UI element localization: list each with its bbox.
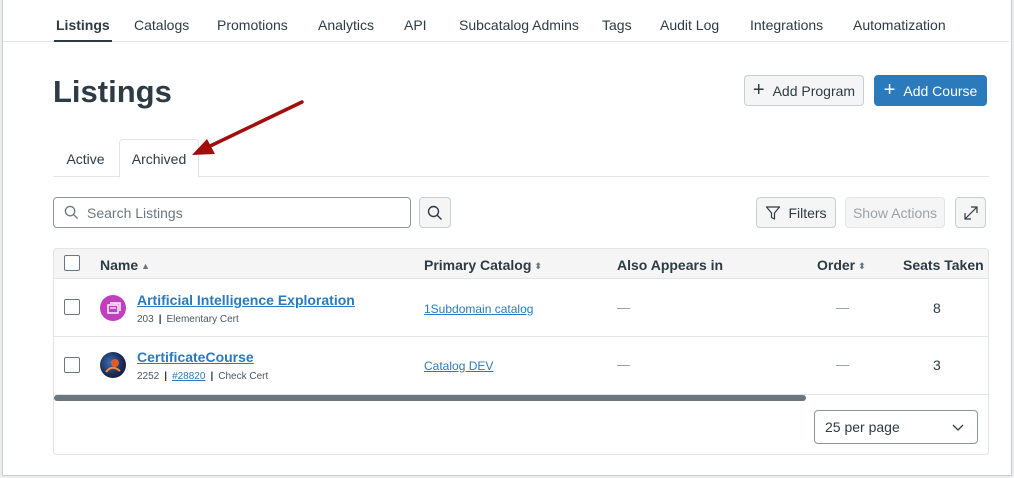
expand-button[interactable] (955, 197, 986, 228)
seats-taken-value: 3 (933, 357, 941, 373)
sort-ascending-icon: ▲ (141, 261, 151, 271)
expand-icon (963, 205, 978, 220)
also-appears-in-value: — (617, 357, 630, 372)
listing-meta: 203 | Elementary Cert (137, 314, 239, 325)
listing-cert: Elementary Cert (166, 314, 239, 325)
plus-icon: + (752, 78, 765, 101)
column-order-label: Order (817, 257, 856, 273)
per-page-select[interactable]: 25 per page (814, 410, 978, 444)
horizontal-scrollbar[interactable] (54, 395, 806, 401)
listing-id: 2252 (137, 371, 160, 382)
search-input[interactable] (87, 204, 387, 221)
listing-tabs: Active Archived (53, 139, 989, 178)
add-course-button[interactable]: + Add Course (874, 75, 987, 106)
sort-icon: ⬍ (534, 261, 542, 271)
column-name-label: Name (100, 257, 139, 273)
table-header: Name ▲ Primary Catalog ⬍ Also Appears in O… (54, 249, 988, 279)
select-all-checkbox[interactable] (64, 255, 80, 271)
app-window: Listings Catalogs Promotions Analytics A… (2, 0, 1012, 476)
row-checkbox[interactable] (64, 357, 80, 373)
column-header-primary-catalog[interactable]: Primary Catalog ⬍ (424, 257, 542, 273)
plus-icon: + (883, 78, 896, 101)
table-row: CertificateCourse 2252 | #28820 | Check Cert… (54, 337, 988, 395)
chevron-down-icon (952, 424, 964, 431)
listing-name-link[interactable]: Artificial Intelligence Exploration (137, 292, 355, 308)
course-image-icon (100, 352, 126, 378)
nav-item-catalogs[interactable]: Catalogs (134, 17, 189, 33)
nav-item-analytics[interactable]: Analytics (318, 17, 374, 33)
column-primary-catalog-label: Primary Catalog (424, 257, 532, 273)
nav-item-promotions[interactable]: Promotions (217, 17, 288, 33)
search-icon (427, 205, 442, 220)
order-value: — (836, 357, 849, 372)
listing-ref-link[interactable]: #28820 (172, 371, 205, 382)
top-navigation: Listings Catalogs Promotions Analytics A… (3, 0, 1009, 42)
filter-icon (766, 205, 781, 220)
also-appears-in-value: — (617, 300, 630, 315)
nav-item-listings[interactable]: Listings (54, 17, 112, 42)
tab-active[interactable]: Active (53, 139, 118, 178)
listing-cert: Check Cert (218, 371, 269, 382)
listing-meta: 2252 | #28820 | Check Cert (137, 371, 269, 382)
nav-item-subcatalog-admins[interactable]: Subcatalog Admins (459, 17, 579, 33)
tab-archived[interactable]: Archived (119, 139, 199, 178)
nav-item-api[interactable]: API (404, 17, 427, 33)
sort-icon: ⬍ (858, 261, 866, 271)
listing-name-link[interactable]: CertificateCourse (137, 349, 254, 365)
listings-table: Name ▲ Primary Catalog ⬍ Also Appears in O… (53, 248, 989, 455)
program-avatar-icon (100, 295, 126, 321)
column-header-name[interactable]: Name ▲ (100, 257, 150, 273)
order-value: — (836, 300, 849, 315)
seats-taken-value: 8 (933, 300, 941, 316)
nav-item-tags[interactable]: Tags (602, 17, 632, 33)
add-course-label: Add Course (903, 82, 978, 99)
show-actions-button[interactable]: Show Actions (845, 197, 945, 228)
primary-catalog-link[interactable]: Catalog DEV (424, 359, 493, 373)
per-page-value: 25 per page (825, 419, 900, 435)
add-program-button[interactable]: + Add Program (744, 75, 864, 106)
primary-catalog-link[interactable]: 1Subdomain catalog (424, 302, 533, 316)
page-title: Listings (53, 74, 172, 109)
search-icon (64, 205, 79, 220)
search-button[interactable] (419, 197, 451, 228)
row-checkbox[interactable] (64, 299, 80, 315)
listing-id: 203 (137, 314, 154, 325)
search-field[interactable] (53, 197, 411, 228)
table-row: Artificial Intelligence Exploration 203 |… (54, 279, 988, 337)
filters-button[interactable]: Filters (756, 197, 836, 228)
column-header-also-appears-in: Also Appears in (617, 257, 724, 273)
add-program-label: Add Program (772, 82, 856, 99)
nav-item-audit-log[interactable]: Audit Log (660, 17, 719, 33)
nav-item-automatization[interactable]: Automatization (853, 17, 946, 33)
filters-label: Filters (788, 204, 827, 221)
nav-item-integrations[interactable]: Integrations (750, 17, 823, 33)
column-header-seats-taken: Seats Taken (903, 257, 984, 273)
column-header-order[interactable]: Order ⬍ (817, 257, 866, 273)
